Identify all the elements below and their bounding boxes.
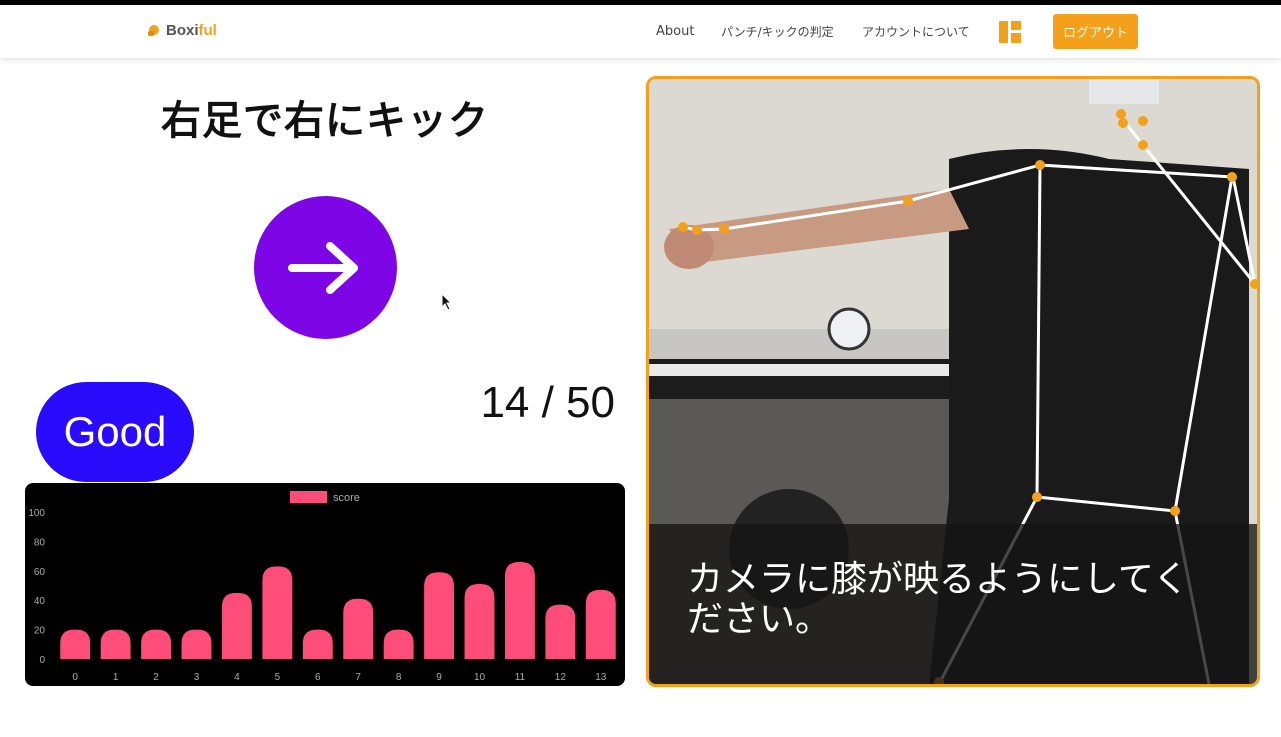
mouse-cursor-icon <box>441 293 453 311</box>
boxing-glove-icon <box>148 24 159 36</box>
legend-label: score <box>333 492 360 504</box>
navbar: Boxiful About パンチ/キックの判定 アカウントについて ログアウト <box>0 5 1281 58</box>
caption-text: カメラに膝が映るようにしてください。 <box>687 559 1189 640</box>
x-tick-label: 9 <box>436 672 442 683</box>
x-tick-label: 4 <box>234 672 240 683</box>
y-tick-label: 80 <box>34 537 46 548</box>
score-chart: score 0 20 40 60 80 100 0 1 2 3 4 5 6 7 8 9 10 11 12 13 <box>25 483 625 686</box>
x-tick-label: 7 <box>355 672 361 683</box>
y-tick-label: 20 <box>34 626 46 637</box>
chart-bar <box>585 589 616 659</box>
legend-swatch <box>290 491 327 503</box>
kick-instruction: 右足で右にキック <box>161 98 489 144</box>
nav-account-link[interactable]: アカウントについて <box>862 23 970 40</box>
x-tick-label: 12 <box>555 672 567 683</box>
chart-bar <box>141 629 172 659</box>
x-tick-label: 0 <box>72 672 78 683</box>
arrow-right-icon <box>287 241 358 294</box>
y-tick-label: 100 <box>28 508 45 519</box>
chart-bar <box>545 604 576 659</box>
y-tick-label: 0 <box>39 655 45 666</box>
chart-bar <box>221 592 252 659</box>
brand-logo[interactable]: Boxiful <box>146 22 217 39</box>
y-tick-label: 40 <box>34 596 46 607</box>
chart-bar <box>424 572 455 659</box>
nav-about-link[interactable]: About <box>656 24 694 39</box>
x-tick-label: 6 <box>315 672 321 683</box>
judgement-badge: Good <box>36 382 194 482</box>
camera-view: カメラに膝が映るようにしてください。 <box>646 76 1260 687</box>
chart-bar <box>504 561 535 659</box>
rep-counter: 14 / 50 <box>480 378 615 427</box>
chart-bar <box>383 629 414 659</box>
x-tick-label: 13 <box>595 672 607 683</box>
layout-grid-icon[interactable] <box>999 21 1021 43</box>
chart-bar <box>181 629 212 659</box>
chart-bar <box>60 629 91 659</box>
direction-indicator <box>254 196 397 339</box>
brand-name: Boxiful <box>166 22 217 39</box>
chart-bar <box>343 598 374 659</box>
score-bar-chart: score0204060801000 1 2 3 4 5 6 7 8 9 10 11 12 13 <box>28 491 616 683</box>
logout-button[interactable]: ログアウト <box>1053 14 1138 49</box>
x-tick-label: 8 <box>396 672 402 683</box>
x-tick-label: 5 <box>275 672 281 683</box>
chart-bar <box>100 629 131 659</box>
x-tick-label: 1 <box>113 672 119 683</box>
camera-caption: カメラに膝が映るようにしてください。 <box>649 524 1257 684</box>
chart-bar <box>262 566 293 659</box>
y-tick-label: 60 <box>34 567 46 578</box>
x-tick-label: 3 <box>194 672 200 683</box>
nav-judge-link[interactable]: パンチ/キックの判定 <box>721 23 834 40</box>
x-tick-label: 2 <box>153 672 159 683</box>
chart-bar <box>302 629 333 659</box>
chart-bar <box>464 584 495 659</box>
x-tick-label: 10 <box>474 672 486 683</box>
x-tick-label: 11 <box>515 672 526 683</box>
